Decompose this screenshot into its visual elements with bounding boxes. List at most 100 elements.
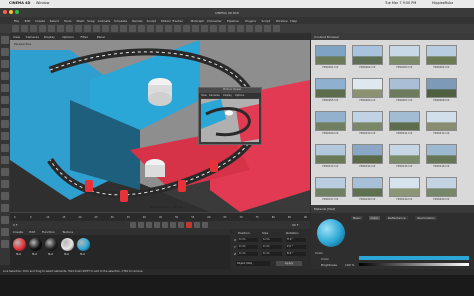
material-menu-edit[interactable]: Edit xyxy=(29,230,35,234)
toolbar-button[interactable] xyxy=(12,25,19,32)
coords-field-size[interactable]: 0 cm xyxy=(262,252,282,256)
attribute-tab-color[interactable]: Color xyxy=(368,216,381,220)
pv-menu-options[interactable]: Options xyxy=(235,94,244,97)
menu-window[interactable]: Window xyxy=(36,1,49,5)
hdri-thumbnail[interactable] xyxy=(426,111,457,131)
hdri-thumbnail[interactable] xyxy=(389,177,420,197)
viewport-menu-cameras[interactable]: Cameras xyxy=(26,35,39,39)
material-swatch[interactable] xyxy=(13,238,26,251)
viewport-menu-filter[interactable]: Filter xyxy=(81,35,88,39)
material-menu-create[interactable]: Create xyxy=(13,230,23,234)
picture-viewer-window[interactable]: Picture Viewer View Cameras Display Opti… xyxy=(198,87,262,145)
left-tool-button[interactable] xyxy=(1,228,9,236)
hdri-thumbnail[interactable] xyxy=(315,111,346,131)
attribute-tab-illumination[interactable]: Illumination xyxy=(414,216,437,220)
hdri-thumbnail[interactable] xyxy=(352,111,383,131)
play-icon[interactable] xyxy=(154,222,160,228)
toolbar-button[interactable] xyxy=(174,25,181,32)
toolbar-button[interactable] xyxy=(57,25,64,32)
toolbar-button[interactable] xyxy=(84,25,91,32)
left-tool-button[interactable] xyxy=(1,216,9,224)
menu-item-file[interactable]: File xyxy=(14,19,19,23)
current-frame[interactable]: 0 F xyxy=(13,223,18,227)
toolbar-button[interactable] xyxy=(93,25,100,32)
record-icon[interactable] xyxy=(186,222,192,228)
toolbar-button[interactable] xyxy=(192,25,199,32)
menu-item-animate[interactable]: Animate xyxy=(98,19,111,23)
toolbar-button[interactable] xyxy=(237,25,244,32)
toolbar-button[interactable] xyxy=(102,25,109,32)
hdri-thumbnail[interactable] xyxy=(352,45,383,65)
material-menu-texture[interactable]: Texture xyxy=(62,230,73,234)
menu-item-character[interactable]: Character xyxy=(207,19,222,23)
left-tool-button[interactable] xyxy=(1,192,9,200)
coords-field-pos[interactable]: 0 cm xyxy=(238,252,258,256)
viewport-menu-panel[interactable]: Panel xyxy=(97,35,105,39)
left-tool-button[interactable] xyxy=(1,96,9,104)
toolbar-button[interactable] xyxy=(219,25,226,32)
left-tool-button[interactable] xyxy=(1,48,9,56)
toolbar-button[interactable] xyxy=(228,25,235,32)
menu-item-sculpt[interactable]: Sculpt xyxy=(147,19,156,23)
left-tool-button[interactable] xyxy=(1,204,9,212)
toolbar-button[interactable] xyxy=(66,25,73,32)
material-swatch[interactable] xyxy=(29,238,42,251)
menu-item-pipeline[interactable]: Pipeline xyxy=(227,19,239,23)
left-tool-button[interactable] xyxy=(1,168,9,176)
toolbar-button[interactable] xyxy=(246,25,253,32)
maximize-icon[interactable] xyxy=(15,10,19,14)
toolbar-button[interactable] xyxy=(120,25,127,32)
hdri-thumbnail[interactable] xyxy=(315,78,346,98)
toolbar-button[interactable] xyxy=(264,25,271,32)
material-swatch[interactable] xyxy=(61,238,74,251)
menu-item-mograph[interactable]: MoGraph xyxy=(191,19,205,23)
left-tool-button[interactable] xyxy=(1,132,9,140)
brightness-slider[interactable] xyxy=(359,263,469,266)
toolbar-button[interactable] xyxy=(21,25,28,32)
hdri-thumbnail[interactable] xyxy=(315,144,346,164)
toolbar-button[interactable] xyxy=(273,25,280,32)
left-tool-button[interactable] xyxy=(1,120,9,128)
go-start-icon[interactable] xyxy=(130,222,136,228)
hdri-thumbnail[interactable] xyxy=(389,45,420,65)
hdri-thumbnail[interactable] xyxy=(426,144,457,164)
viewport-menu-options[interactable]: Options xyxy=(62,35,74,39)
color-swatch[interactable] xyxy=(359,256,469,260)
toolbar-button[interactable] xyxy=(210,25,217,32)
coords-field-pos[interactable]: 0 cm xyxy=(238,238,258,242)
left-tool-button[interactable] xyxy=(1,108,9,116)
toolbar-button[interactable] xyxy=(111,25,118,32)
menu-item-tools[interactable]: Tools xyxy=(64,19,71,23)
left-tool-button[interactable] xyxy=(1,60,9,68)
menu-item-render[interactable]: Render xyxy=(132,19,143,23)
viewport[interactable]: Picture Viewer View Cameras Display Opti… xyxy=(10,40,310,212)
coords-field-rot[interactable]: H 0 ° xyxy=(286,238,306,242)
left-tool-button[interactable] xyxy=(1,72,9,80)
toolbar-button[interactable] xyxy=(165,25,172,32)
left-tool-button[interactable] xyxy=(1,144,9,152)
next-frame-icon[interactable] xyxy=(162,222,168,228)
minimize-icon[interactable] xyxy=(9,10,13,14)
hdri-thumbnail[interactable] xyxy=(389,78,420,98)
hdri-thumbnail[interactable] xyxy=(352,177,383,197)
attribute-tab-reflectance[interactable]: Reflectance xyxy=(386,216,408,220)
coords-field-rot[interactable]: P 0 ° xyxy=(286,245,306,249)
toolbar-button[interactable] xyxy=(39,25,46,32)
hdri-thumbnail[interactable] xyxy=(426,177,457,197)
left-tool-button[interactable] xyxy=(1,180,9,188)
toolbar-button[interactable] xyxy=(30,25,37,32)
brightness-value[interactable]: 100 % xyxy=(345,263,355,267)
attribute-tab-basic[interactable]: Basic xyxy=(351,216,363,220)
left-tool-button[interactable] xyxy=(1,156,9,164)
app-name[interactable]: CINEMA 4D xyxy=(9,1,30,5)
menu-item-select[interactable]: Select xyxy=(50,19,59,23)
menu-item-snap[interactable]: Snap xyxy=(87,19,95,23)
prev-frame-icon[interactable] xyxy=(146,222,152,228)
menu-item-mesh[interactable]: Mesh xyxy=(77,19,85,23)
menu-item-plugins[interactable]: Plugins xyxy=(245,19,256,23)
toolbar-button[interactable] xyxy=(138,25,145,32)
hdri-thumbnail[interactable] xyxy=(352,78,383,98)
left-tool-button[interactable] xyxy=(1,84,9,92)
clock[interactable]: Tue Mar 7 9:50 PM xyxy=(385,1,416,5)
coords-field-size[interactable]: 0 cm xyxy=(262,238,282,242)
